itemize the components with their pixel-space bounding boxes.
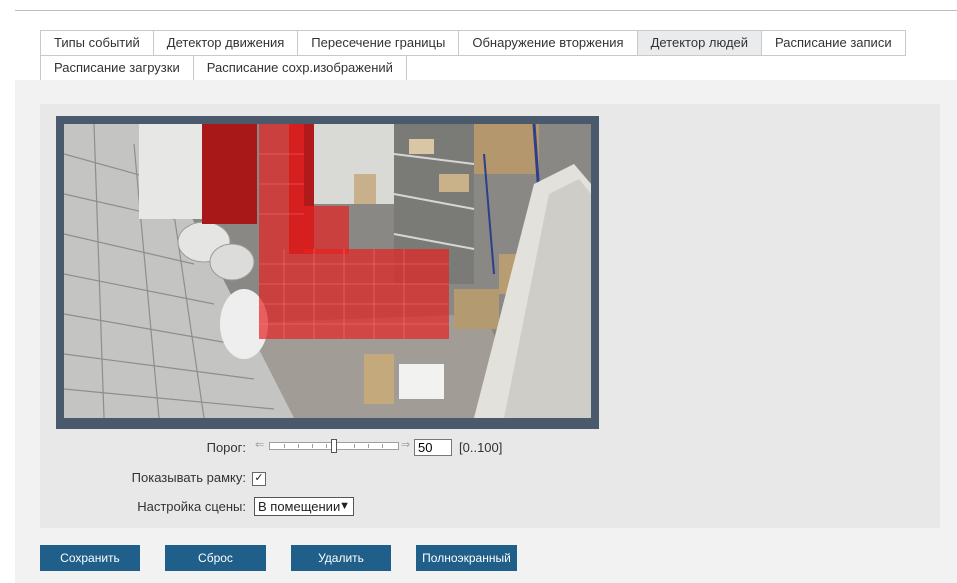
scene-select[interactable]: В помещении ▼ <box>254 497 354 516</box>
camera-preview[interactable] <box>64 124 591 418</box>
tab-snapshot-schedule[interactable]: Расписание сохр.изображений <box>192 55 407 81</box>
tab-event-types[interactable]: Типы событий <box>40 30 153 56</box>
arrow-left-icon[interactable]: ⇐ <box>255 437 264 453</box>
save-button[interactable]: Сохранить <box>40 545 140 571</box>
threshold-slider[interactable]: ⇐ ⇒ <box>255 437 415 453</box>
slider-thumb[interactable] <box>331 439 337 453</box>
tab-row-2: Расписание загрузки Расписание сохр.изоб… <box>40 55 910 81</box>
tab-record-schedule[interactable]: Расписание записи <box>761 30 906 56</box>
slider-tick <box>354 444 355 448</box>
tab-row-1: Типы событий Детектор движения Пересечен… <box>40 30 910 56</box>
arrow-right-icon[interactable]: ⇒ <box>401 437 410 453</box>
tab-intrusion-detection[interactable]: Обнаружение вторжения <box>458 30 637 56</box>
tab-upload-schedule[interactable]: Расписание загрузки <box>40 55 193 81</box>
slider-tick <box>284 444 285 448</box>
chevron-down-icon: ▼ <box>339 500 350 512</box>
threshold-input[interactable] <box>414 439 452 456</box>
tab-line-crossing[interactable]: Пересечение границы <box>297 30 459 56</box>
reset-button[interactable]: Сброс <box>165 545 266 571</box>
slider-tick <box>368 444 369 448</box>
slider-tick <box>382 444 383 448</box>
camera-preview-image <box>64 124 591 418</box>
threshold-range: [0..100] <box>459 440 503 455</box>
slider-tick <box>312 444 313 448</box>
show-frame-label: Показывать рамку: <box>131 470 246 485</box>
top-divider <box>15 10 957 11</box>
threshold-label: Порог: <box>206 440 246 455</box>
slider-tick <box>298 444 299 448</box>
tab-bar: Типы событий Детектор движения Пересечен… <box>40 30 910 81</box>
scene-label: Настройка сцены: <box>137 499 246 514</box>
scene-select-value: В помещении <box>258 499 341 514</box>
delete-button[interactable]: Удалить <box>291 545 391 571</box>
tab-motion-detector[interactable]: Детектор движения <box>152 30 298 56</box>
slider-track[interactable] <box>269 439 399 453</box>
fullscreen-button[interactable]: Полноэкранный <box>416 545 517 571</box>
slider-tick <box>326 444 327 448</box>
show-frame-checkbox[interactable]: ✓ <box>252 472 266 486</box>
tab-human-detector[interactable]: Детектор людей <box>636 30 762 56</box>
